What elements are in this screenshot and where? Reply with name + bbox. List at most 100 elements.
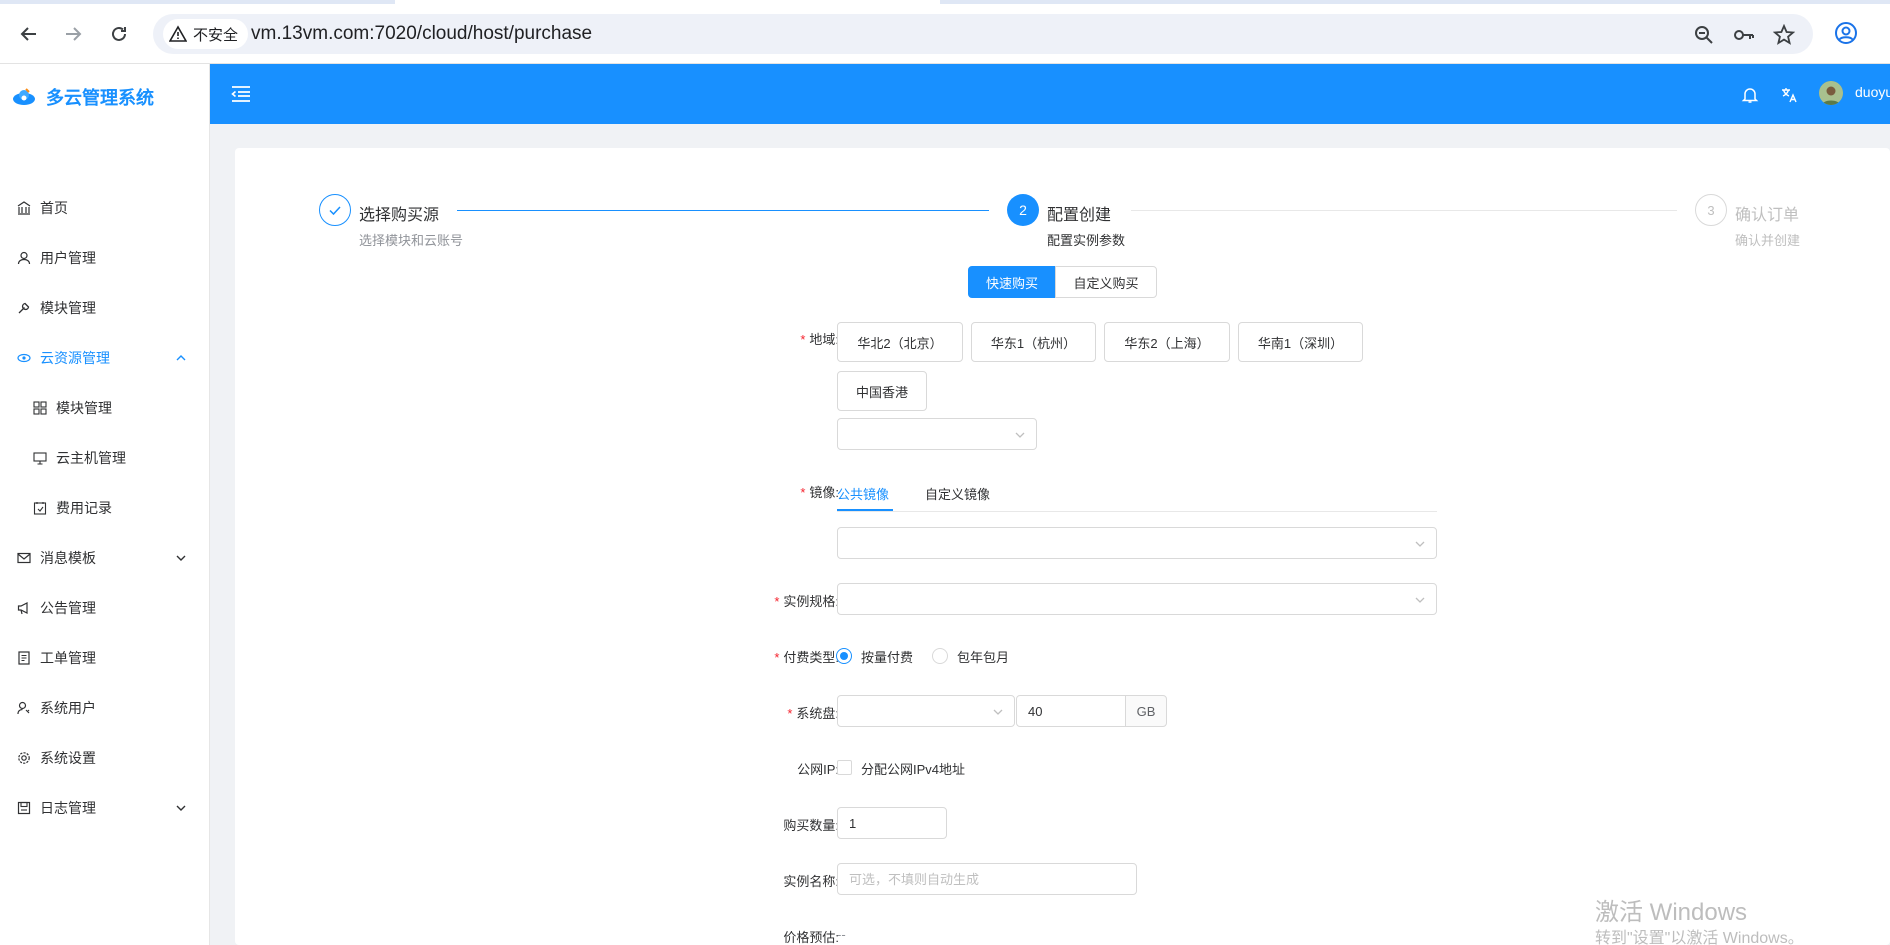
sidebar-item-label: 云资源管理 [40, 350, 110, 366]
billing-option-label[interactable]: 按量付费 [861, 647, 913, 666]
chevron-down-icon [176, 805, 186, 811]
quantity-label: 购买数量: [783, 818, 839, 833]
grid-icon [33, 401, 47, 415]
translate-icon[interactable] [1780, 86, 1798, 104]
chevron-down-icon [176, 555, 186, 561]
chevron-down-icon [993, 709, 1003, 715]
log-icon [17, 801, 31, 815]
ticket-icon [18, 651, 30, 665]
region-label: * 地域: [800, 332, 839, 347]
sidebar-item-module-mgmt[interactable]: 模块管理 [0, 388, 209, 428]
region-option-hangzhou[interactable]: 华东1（杭州） [971, 322, 1096, 362]
avatar[interactable] [1819, 81, 1843, 105]
quantity-input[interactable] [837, 807, 947, 839]
menu-collapse-icon[interactable] [230, 83, 252, 105]
step-1-title: 选择购买源 [359, 207, 440, 224]
security-chip[interactable]: 不安全 [163, 19, 249, 49]
tab-public-image[interactable]: 公共镜像 [837, 484, 889, 503]
warning-icon [169, 25, 187, 42]
step-1-circle [319, 194, 351, 226]
insecure-label: 不安全 [193, 26, 239, 44]
billing-radio-pay-as-you-go[interactable] [836, 648, 852, 664]
profile-icon[interactable] [1834, 21, 1858, 45]
billing-label: * 付费类型: [774, 650, 839, 665]
sidebar: 多云管理系统 首页 用户管理 模块管理 云资源管理 模块管理 云主机管理 费用记… [0, 64, 210, 945]
public-ip-option-label[interactable]: 分配公网IPv4地址 [861, 759, 965, 778]
forward-icon[interactable] [58, 19, 88, 49]
sidebar-item-message-templates[interactable]: 消息模板 [0, 538, 209, 578]
cloud-logo-icon [13, 88, 35, 105]
sidebar-item-system-settings[interactable]: 系统设置 [0, 738, 209, 778]
sidebar-item-label: 云主机管理 [56, 450, 126, 466]
sidebar-item-modules[interactable]: 模块管理 [0, 288, 209, 328]
sidebar-item-label: 系统设置 [40, 750, 96, 766]
region-option-shanghai[interactable]: 华东2（上海） [1104, 322, 1230, 362]
wrench-icon [18, 302, 30, 314]
chevron-down-icon [1415, 597, 1425, 603]
quick-buy-button[interactable]: 快速购买 [968, 266, 1056, 298]
spec-select[interactable] [837, 583, 1437, 615]
brand[interactable]: 多云管理系统 [12, 84, 154, 110]
app-name: 多云管理系统 [46, 88, 154, 108]
main-content: 选择购买源 选择模块和云账号 2 配置创建 配置实例参数 3 确认订单 确认并创… [210, 124, 1890, 945]
avatar-image-icon [1819, 81, 1843, 105]
address-bar[interactable]: 不安全 vm.13vm.com:7020/cloud/host/purchase [153, 14, 1813, 54]
billing-radio-subscription[interactable] [932, 648, 948, 664]
region-option-hongkong[interactable]: 中国香港 [837, 371, 927, 411]
sidebar-item-announcements[interactable]: 公告管理 [0, 588, 209, 628]
check-icon [329, 206, 341, 216]
user-key-icon [17, 701, 30, 715]
back-icon[interactable] [14, 19, 44, 49]
sidebar-item-cloud-hosts[interactable]: 云主机管理 [0, 438, 209, 478]
browser-chrome: 不安全 vm.13vm.com:7020/cloud/host/purchase [0, 0, 1890, 64]
tab-strip [0, 0, 1890, 4]
price-value: -- [837, 927, 846, 942]
image-select[interactable] [837, 527, 1437, 559]
sidebar-item-tickets[interactable]: 工单管理 [0, 638, 209, 678]
sidebar-item-label: 系统用户 [40, 700, 96, 716]
sidebar-item-logs[interactable]: 日志管理 [0, 788, 209, 828]
bell-icon[interactable] [1741, 86, 1759, 104]
bank-icon [17, 201, 31, 215]
sidebar-item-label: 工单管理 [40, 650, 96, 666]
sidebar-item-users[interactable]: 用户管理 [0, 238, 209, 278]
sidebar-item-label: 模块管理 [40, 300, 96, 316]
sidebar-item-billing[interactable]: 费用记录 [0, 488, 209, 528]
step-3-circle: 3 [1695, 194, 1727, 226]
monitor-icon [33, 452, 47, 465]
url-text[interactable]: vm.13vm.com:7020/cloud/host/purchase [251, 23, 592, 45]
sidebar-item-home[interactable]: 首页 [0, 188, 209, 228]
tab-custom-image[interactable]: 自定义镜像 [925, 484, 990, 503]
spec-label: * 实例规格: [774, 594, 839, 609]
public-ip-checkbox[interactable] [837, 760, 852, 775]
sidebar-item-label: 首页 [40, 200, 68, 216]
active-tab[interactable] [395, 0, 940, 4]
reload-icon[interactable] [104, 19, 134, 49]
sidebar-item-label: 消息模板 [40, 550, 96, 566]
star-icon[interactable] [1773, 24, 1795, 46]
eye-cloud-icon [17, 353, 31, 363]
step-3-desc: 确认并创建 [1735, 233, 1801, 248]
custom-buy-button[interactable]: 自定义购买 [1055, 266, 1157, 298]
top-header: duoyu [210, 64, 1890, 124]
key-icon[interactable] [1733, 24, 1755, 46]
mail-icon [17, 552, 31, 564]
zoom-icon[interactable] [1693, 24, 1715, 46]
instance-name-input[interactable] [837, 863, 1137, 895]
username[interactable]: duoyu [1855, 84, 1890, 100]
sidebar-item-cloud-resources[interactable]: 云资源管理 [0, 338, 209, 378]
disk-type-select[interactable] [837, 695, 1015, 727]
chevron-up-icon [176, 355, 186, 361]
step-2-desc: 配置实例参数 [1047, 233, 1126, 248]
sidebar-item-label: 模块管理 [56, 400, 112, 416]
public-ip-label: 公网IP: [797, 762, 839, 777]
disk-size-input[interactable] [1016, 695, 1126, 727]
region-option-beijing[interactable]: 华北2（北京） [837, 322, 963, 362]
tab-divider [837, 511, 1437, 512]
instance-name-label: 实例名称: [783, 874, 839, 889]
region-option-shenzhen[interactable]: 华南1（深圳） [1238, 322, 1363, 362]
sidebar-item-system-users[interactable]: 系统用户 [0, 688, 209, 728]
step-1-connector [457, 210, 989, 211]
zone-select[interactable] [837, 418, 1037, 450]
billing-option-label[interactable]: 包年包月 [957, 647, 1009, 666]
